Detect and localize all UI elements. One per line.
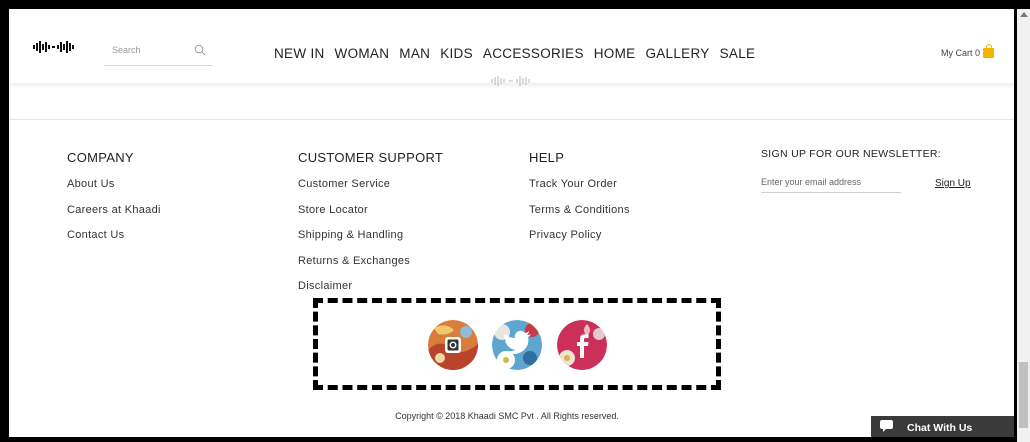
scroll-up-arrow-icon[interactable] [1020,12,1028,17]
column-title-company: COMPANY [67,150,134,165]
nav-accessories[interactable]: ACCESSORIES [483,46,584,61]
copyright-text: Copyright © 2018 Khaadi SMC Pvt . All Ri… [395,411,619,421]
nav-kids[interactable]: KIDS [440,46,473,61]
window-frame-top [0,0,1030,9]
newsletter-email-field[interactable] [761,172,901,193]
main-nav: NEW IN WOMAN MAN KIDS ACCESSORIES HOME G… [274,46,765,61]
scrollbar-thumb[interactable] [1019,362,1028,428]
faint-logo-watermark [491,76,530,86]
column-title-help: HELP [529,150,565,165]
link-customer-service[interactable]: Customer Service [298,178,390,190]
nav-gallery[interactable]: GALLERY [645,46,709,61]
signup-button[interactable]: Sign Up [935,178,971,189]
link-store-locator[interactable]: Store Locator [298,204,368,216]
link-track-order[interactable]: Track Your Order [529,178,617,190]
nav-new-in[interactable]: NEW IN [274,46,325,61]
link-shipping-handling[interactable]: Shipping & Handling [298,229,403,241]
search-box [104,38,212,66]
facebook-icon[interactable] [557,320,607,370]
nav-man[interactable]: MAN [399,46,430,61]
nav-woman[interactable]: WOMAN [335,46,390,61]
column-title-customer-support: CUSTOMER SUPPORT [298,150,444,165]
twitter-icon[interactable] [492,320,542,370]
shopping-bag-icon [983,44,995,58]
instagram-icon[interactable] [428,320,478,370]
cart-link[interactable]: My Cart 0 [941,44,995,58]
footer-column-customer-support: CUSTOMER SUPPORT Customer Service Store … [298,150,443,306]
link-disclaimer[interactable]: Disclaimer [298,280,352,292]
nav-home[interactable]: HOME [594,46,636,61]
search-icon[interactable] [194,43,206,61]
chat-label: Chat With Us [907,421,973,434]
link-about-us[interactable]: About Us [67,178,115,190]
link-terms-conditions[interactable]: Terms & Conditions [529,204,630,216]
window-frame-bottom [0,437,1030,442]
footer-column-help: HELP Track Your Order Terms & Conditions… [529,150,630,255]
link-careers[interactable]: Careers at Khaadi [67,204,161,216]
footer-divider [9,119,1014,120]
nav-sale[interactable]: SALE [720,46,756,61]
link-returns-exchanges[interactable]: Returns & Exchanges [298,255,410,267]
site-header: NEW IN WOMAN MAN KIDS ACCESSORIES HOME G… [9,9,1014,83]
window-frame-left [0,0,9,442]
footer-column-company: COMPANY About Us Careers at Khaadi Conta… [67,150,161,255]
link-contact-us[interactable]: Contact Us [67,229,124,241]
newsletter-section: SIGN UP FOR OUR NEWSLETTER: Sign Up [761,148,971,193]
link-privacy-policy[interactable]: Privacy Policy [529,229,602,241]
chat-bubble-icon [880,420,893,435]
newsletter-title: SIGN UP FOR OUR NEWSLETTER: [761,148,942,160]
cart-label: My Cart 0 [941,48,981,58]
chat-widget-button[interactable]: Chat With Us [871,416,1014,439]
khaadi-logo[interactable] [33,40,77,58]
search-input[interactable] [112,38,192,62]
